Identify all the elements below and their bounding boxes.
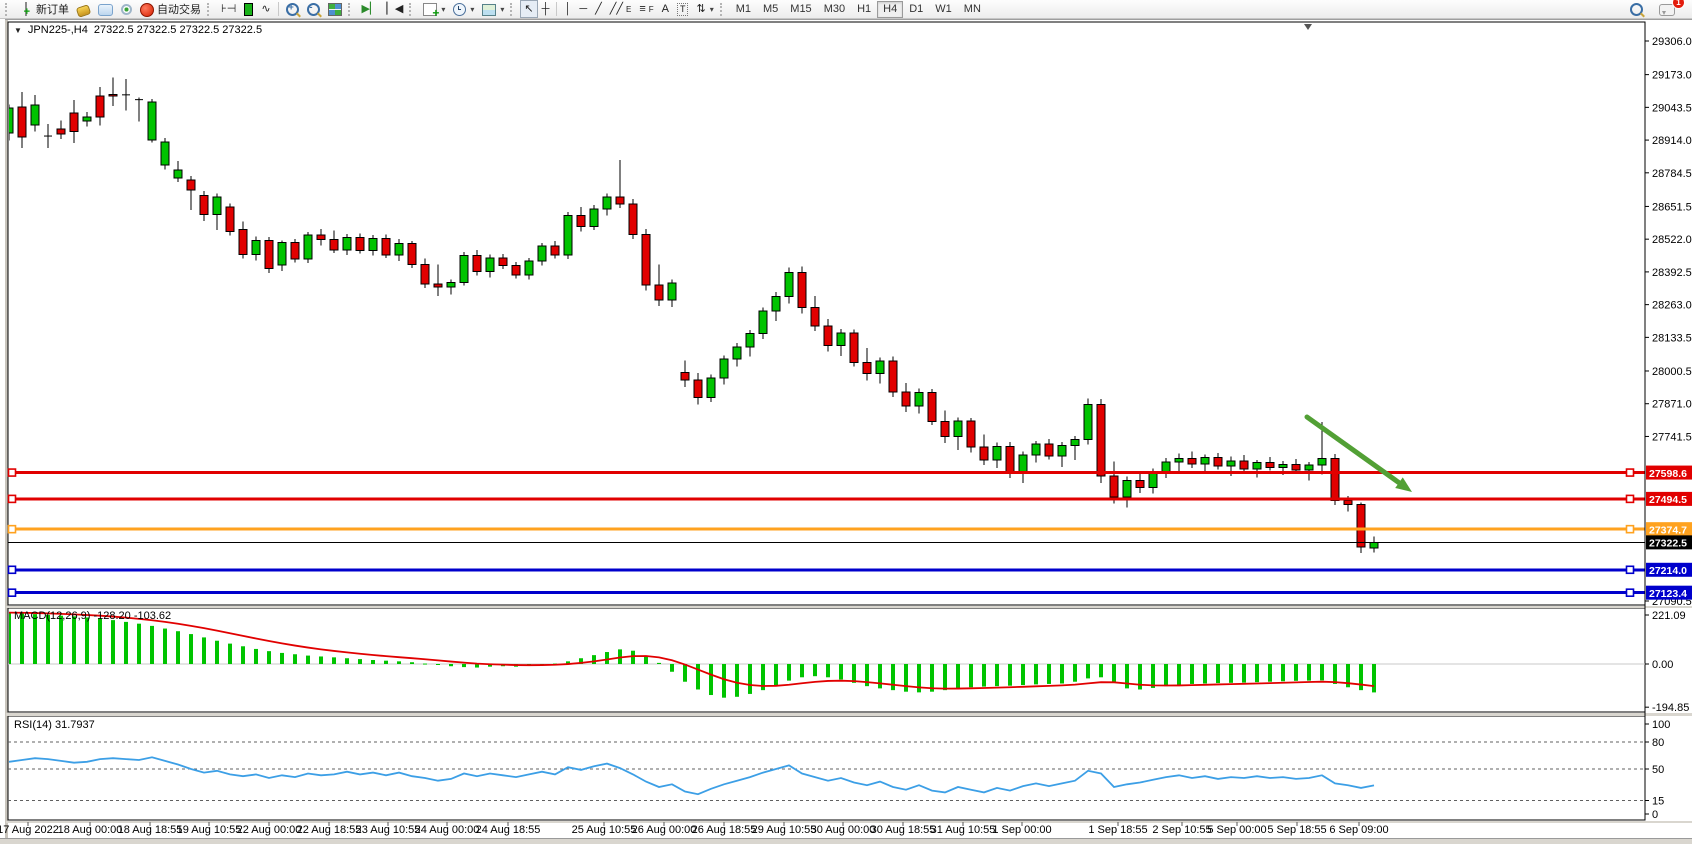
rsi-axis-tick: 100 <box>1652 719 1670 731</box>
price-axis-tick: 29043.5 <box>1652 102 1692 114</box>
chart-canvas[interactable]: 29306.0 29173.0 29043.5 28914.0 28784.5 28651… <box>0 0 1692 844</box>
price-axis-tick: 27871.0 <box>1652 399 1692 411</box>
price-axis-tick: 29173.0 <box>1652 70 1692 82</box>
time-axis-label: 17 Aug 2022 <box>0 824 59 836</box>
chart-ohlc-quotes: 27322.5 27322.5 27322.5 27322.5 <box>94 24 262 36</box>
price-axis-tick: 29306.0 <box>1652 36 1692 48</box>
time-axis-label: 22 Aug 00:00 <box>237 824 302 836</box>
time-axis-label: 29 Aug 10:55 <box>752 824 817 836</box>
price-axis-tick: 28392.5 <box>1652 267 1692 279</box>
rsi-axis-tick: 15 <box>1652 796 1664 808</box>
macd-axis-tick: -194.85 <box>1652 702 1689 714</box>
price-axis-tick: 28914.0 <box>1652 135 1692 147</box>
macd-axis-tick: 0.00 <box>1652 659 1673 671</box>
line-handle[interactable] <box>1627 589 1634 596</box>
time-axis-label: 30 Aug 00:00 <box>811 824 876 836</box>
chart-dropdown-icon[interactable]: ▼ <box>14 26 22 35</box>
line-handle[interactable] <box>9 495 16 502</box>
rsi-value: 31.7937 <box>55 719 95 731</box>
time-axis-label: 1 Sep 00:00 <box>992 824 1051 836</box>
time-axis-label: 18 Aug 00:00 <box>58 824 123 836</box>
price-line-label: 27214.0 <box>1646 563 1692 577</box>
price-line-label: 27322.5 <box>1646 535 1692 549</box>
time-axis-label: 18 Aug 18:55 <box>118 824 183 836</box>
line-handle[interactable] <box>9 526 16 533</box>
price-axis-tick: 28522.0 <box>1652 234 1692 246</box>
svg-text:27374.7: 27374.7 <box>1649 524 1687 536</box>
price-axis-tick: 27741.5 <box>1652 431 1692 443</box>
price-line-label: 27494.5 <box>1646 492 1692 506</box>
time-axis-label: 5 Sep 18:55 <box>1267 824 1326 836</box>
price-axis-tick: 28784.5 <box>1652 168 1692 180</box>
price-axis-tick: 28000.5 <box>1652 366 1692 378</box>
chart-title-bar: ▼ JPN225-,H4 27322.5 27322.5 27322.5 273… <box>14 24 262 36</box>
line-handle[interactable] <box>9 589 16 596</box>
time-axis-label: 31 Aug 10:55 <box>931 824 996 836</box>
price-line-label: 27123.4 <box>1646 586 1692 600</box>
line-handle[interactable] <box>9 566 16 573</box>
macd-axis-tick: 221.09 <box>1652 610 1686 622</box>
time-axis-label: 26 Aug 18:55 <box>692 824 757 836</box>
rsi-axis-tick: 0 <box>1652 809 1658 821</box>
rsi-axis-tick: 80 <box>1652 737 1664 749</box>
time-axis-label: 30 Aug 18:55 <box>871 824 936 836</box>
chart-symbol-period: JPN225-,H4 <box>28 24 88 36</box>
price-axis-tick: 28133.5 <box>1652 332 1692 344</box>
time-axis-label: 23 Aug 10:55 <box>356 824 421 836</box>
svg-text:27598.6: 27598.6 <box>1649 468 1687 480</box>
svg-text:27214.0: 27214.0 <box>1649 565 1687 577</box>
time-axis-label: 5 Sep 00:00 <box>1207 824 1266 836</box>
line-handle[interactable] <box>9 469 16 476</box>
price-line-label: 27374.7 <box>1646 522 1692 536</box>
time-axis-label: 24 Aug 18:55 <box>476 824 541 836</box>
price-axis-tick: 28651.5 <box>1652 201 1692 213</box>
price-line-label: 27598.6 <box>1646 466 1692 480</box>
macd-indicator-label: MACD(12,26,9) -128.20 -103.62 <box>14 610 171 622</box>
price-axis-tick: 28263.0 <box>1652 300 1692 312</box>
svg-text:27322.5: 27322.5 <box>1649 538 1687 550</box>
macd-values: -128.20 -103.62 <box>93 610 171 622</box>
time-axis-label: 26 Aug 00:00 <box>632 824 697 836</box>
line-handle[interactable] <box>1627 495 1634 502</box>
rsi-indicator-label: RSI(14) 31.7937 <box>14 719 95 731</box>
line-handle[interactable] <box>1627 469 1634 476</box>
time-axis-label: 24 Aug 00:00 <box>415 824 480 836</box>
line-handle[interactable] <box>1627 566 1634 573</box>
time-axis-label: 6 Sep 09:00 <box>1329 824 1388 836</box>
rsi-axis-tick: 50 <box>1652 764 1664 776</box>
line-handle[interactable] <box>1627 526 1634 533</box>
svg-text:27494.5: 27494.5 <box>1649 494 1687 506</box>
svg-text:27123.4: 27123.4 <box>1649 588 1687 600</box>
time-axis-label: 25 Aug 10:55 <box>572 824 637 836</box>
time-axis-label: 19 Aug 10:55 <box>177 824 242 836</box>
time-axis-label: 2 Sep 10:55 <box>1152 824 1211 836</box>
time-axis-label: 22 Aug 18:55 <box>297 824 362 836</box>
time-axis-label: 1 Sep 18:55 <box>1088 824 1147 836</box>
